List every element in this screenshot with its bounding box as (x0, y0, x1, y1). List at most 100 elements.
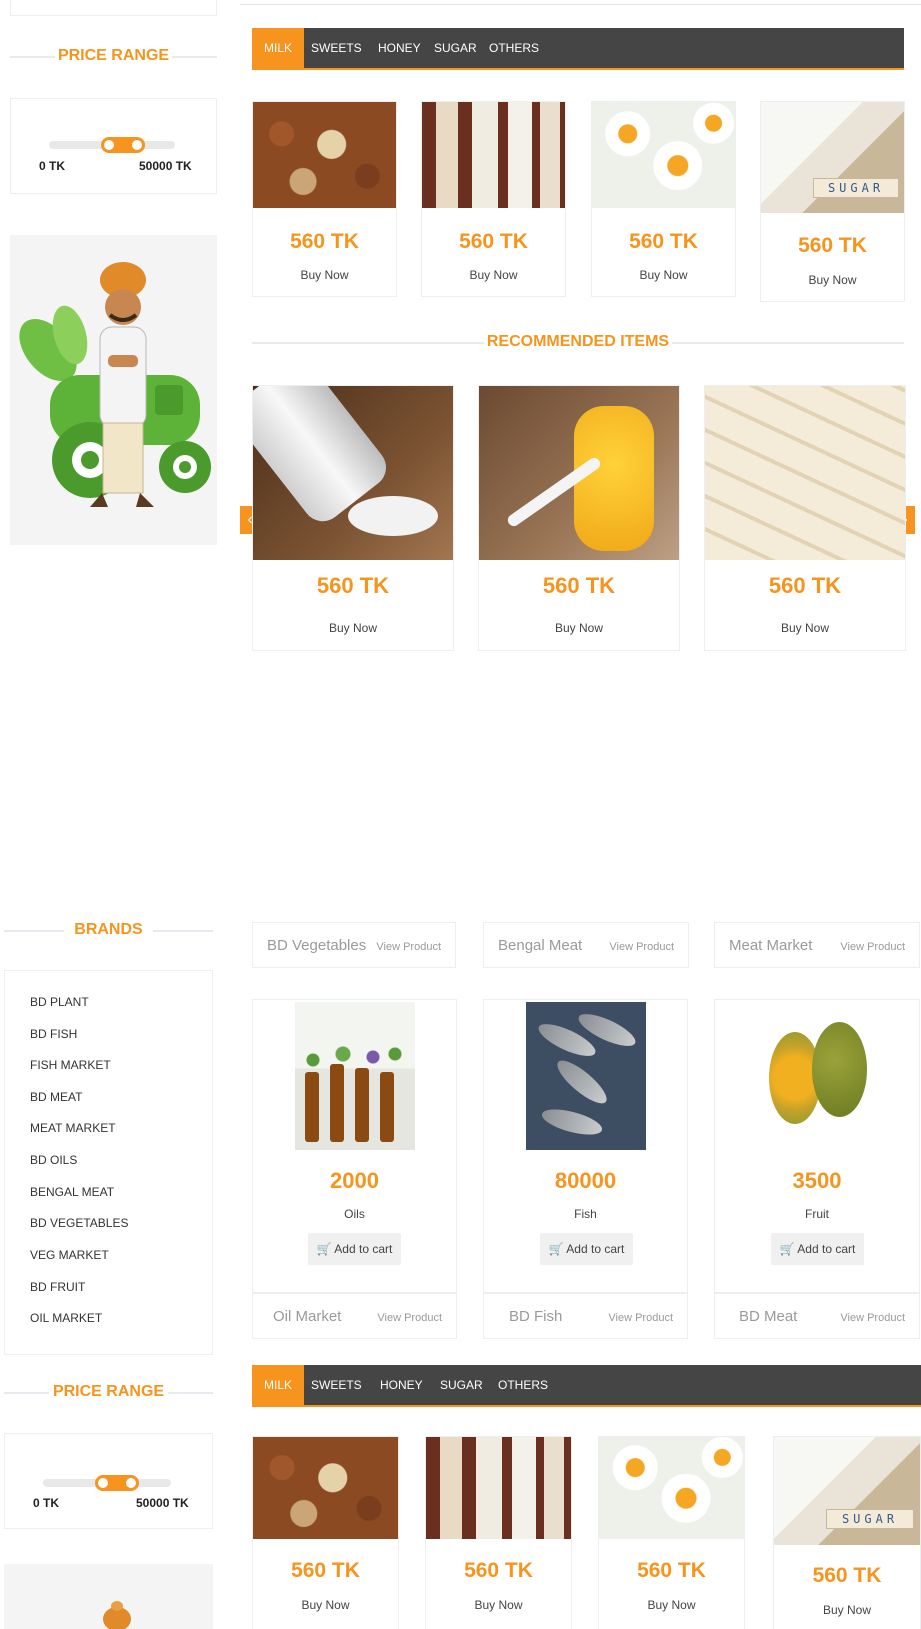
brand-strip-item[interactable]: BD Meat View Product (714, 1293, 920, 1339)
add-to-cart-button[interactable]: 🛒 Add to cart (540, 1233, 633, 1265)
buy-now-link[interactable]: Buy Now (426, 1598, 571, 1612)
recommended-card[interactable]: 560 TK Buy Now (252, 385, 454, 651)
brand-strip-item[interactable]: Oil Market View Product (252, 1293, 457, 1339)
product-card[interactable]: 560 TK Buy Now (252, 101, 397, 297)
farmer-tractor-banner[interactable] (10, 235, 217, 545)
cart-icon: 🛒 (316, 1242, 332, 1256)
featured-product-card[interactable]: 3500 Fruit 🛒 Add to cart (714, 999, 920, 1293)
brand-link[interactable]: FISH MARKET (30, 1058, 111, 1072)
brand-link[interactable]: BD MEAT (30, 1090, 82, 1104)
salt-shaker-image (253, 386, 453, 560)
buy-now-link[interactable]: Buy Now (253, 621, 453, 635)
milk-glasses-image (426, 1437, 571, 1539)
nuts-image (253, 102, 396, 208)
product-price: 560 TK (812, 1564, 882, 1587)
top-divider (240, 4, 921, 5)
view-product-link[interactable]: View Product (377, 1312, 442, 1324)
brand-link[interactable]: VEG MARKET (30, 1248, 109, 1262)
view-product-link[interactable]: View Product (840, 941, 905, 953)
range-max-handle[interactable] (126, 1478, 136, 1488)
sweets-plate-image (705, 386, 905, 560)
tab-milk[interactable]: MILK (252, 1365, 305, 1405)
nuts-image (253, 1437, 398, 1539)
brand-link[interactable]: BD VEGETABLES (30, 1216, 128, 1230)
product-price: 560 TK (629, 230, 698, 253)
farmer-tractor-banner[interactable] (4, 1564, 213, 1629)
product-price: 3500 (792, 1168, 842, 1193)
product-card[interactable]: 560 TK Buy Now (598, 1436, 745, 1629)
product-price: 560 TK (542, 573, 616, 598)
jackfruit-image (757, 1002, 877, 1150)
brand-link[interactable]: BENGAL MEAT (30, 1185, 114, 1199)
view-product-link[interactable]: View Product (840, 1312, 905, 1324)
buy-now-link[interactable]: Buy Now (479, 621, 679, 635)
range-min-handle[interactable] (98, 1478, 108, 1488)
sugar-cubes-image: SUGAR (761, 102, 904, 213)
product-category: Fish (574, 1207, 597, 1221)
tab-milk[interactable]: MILK (252, 28, 305, 68)
tab-sweets[interactable]: SWEETS (299, 28, 374, 68)
brand-strip-item[interactable]: Meat Market View Product (714, 922, 920, 968)
product-card[interactable]: 560 TK Buy Now (252, 1436, 399, 1629)
range-max-handle[interactable] (132, 140, 142, 150)
range-min-handle[interactable] (104, 140, 114, 150)
category-tabbar: MILK SWEETS HONEY SUGAR OTHERS (252, 1365, 921, 1407)
product-price: 560 TK (459, 230, 528, 253)
tab-others[interactable]: OTHERS (486, 1365, 560, 1405)
brand-link[interactable]: BD FRUIT (30, 1280, 85, 1294)
buy-now-link[interactable]: Buy Now (761, 273, 904, 287)
buy-now-link[interactable]: Buy Now (705, 621, 905, 635)
product-category: Oils (344, 1207, 365, 1221)
product-price: 560 TK (637, 1559, 706, 1582)
product-card[interactable]: 560 TK Buy Now (591, 101, 736, 297)
buy-now-link[interactable]: Buy Now (592, 268, 735, 282)
brand-link[interactable]: MEAT MARKET (30, 1121, 116, 1135)
product-category: Fruit (805, 1207, 829, 1221)
add-to-cart-button[interactable]: 🛒 Add to cart (771, 1233, 864, 1265)
tab-others[interactable]: OTHERS (477, 28, 551, 68)
farmer-illustration (19, 262, 211, 507)
buy-now-link[interactable]: Buy Now (774, 1603, 920, 1617)
brands-list: BD PLANT BD FISH FISH MARKET BD MEAT MEA… (4, 970, 213, 1355)
product-card[interactable]: SUGAR 560 TK Buy Now (760, 101, 905, 302)
brand-link[interactable]: BD FISH (30, 1027, 77, 1041)
product-card[interactable]: 560 TK Buy Now (425, 1436, 572, 1629)
product-card[interactable]: SUGAR 560 TK Buy Now (773, 1436, 921, 1629)
brand-strip-item[interactable]: Bengal Meat View Product (483, 922, 689, 968)
tab-sugar[interactable]: SUGAR (428, 1365, 495, 1405)
recommended-card[interactable]: 560 TK Buy Now (704, 385, 906, 651)
sugar-cubes-image: SUGAR (774, 1437, 920, 1545)
brand-link[interactable]: BD OILS (30, 1153, 77, 1167)
product-price: 560 TK (291, 1559, 360, 1582)
brand-link[interactable]: OIL MARKET (30, 1311, 102, 1325)
featured-product-card[interactable]: 80000 Fish 🛒 Add to cart (483, 999, 688, 1293)
range-min-label: 0 TK (33, 1496, 60, 1510)
product-card[interactable]: 560 TK Buy Now (421, 101, 566, 297)
buy-now-link[interactable]: Buy Now (253, 1598, 398, 1612)
brand-strip-item[interactable]: BD Fish View Product (483, 1293, 688, 1339)
brand-link[interactable]: BD PLANT (30, 995, 89, 1009)
brand-strip-item[interactable]: BD Vegetables View Product (252, 922, 456, 968)
recommended-card[interactable]: 560 TK Buy Now (478, 385, 680, 651)
featured-product-card[interactable]: 2000 Oils 🛒 Add to cart (252, 999, 457, 1293)
buy-now-link[interactable]: Buy Now (422, 268, 565, 282)
product-price: 80000 (554, 1168, 617, 1193)
category-tabbar: MILK SWEETS HONEY SUGAR OTHERS (252, 28, 904, 70)
fish-image (526, 1002, 646, 1150)
tab-sweets[interactable]: SWEETS (299, 1365, 374, 1405)
boiled-eggs-image (592, 102, 735, 208)
boiled-eggs-image (599, 1437, 744, 1539)
farmer-illustration (103, 1601, 131, 1629)
product-price: 560 TK (768, 573, 842, 598)
oil-bottles-image (295, 1002, 415, 1150)
view-product-link[interactable]: View Product (609, 941, 674, 953)
buy-now-link[interactable]: Buy Now (599, 1598, 744, 1612)
buy-now-link[interactable]: Buy Now (253, 268, 396, 282)
view-product-link[interactable]: View Product (376, 941, 441, 953)
tab-honey[interactable]: HONEY (368, 1365, 435, 1405)
add-to-cart-button[interactable]: 🛒 Add to cart (308, 1233, 401, 1265)
view-product-link[interactable]: View Product (608, 1312, 673, 1324)
price-range-heading: PRICE RANGE (4, 1383, 213, 1403)
milk-glasses-image (422, 102, 565, 208)
product-price: 560 TK (290, 230, 359, 253)
